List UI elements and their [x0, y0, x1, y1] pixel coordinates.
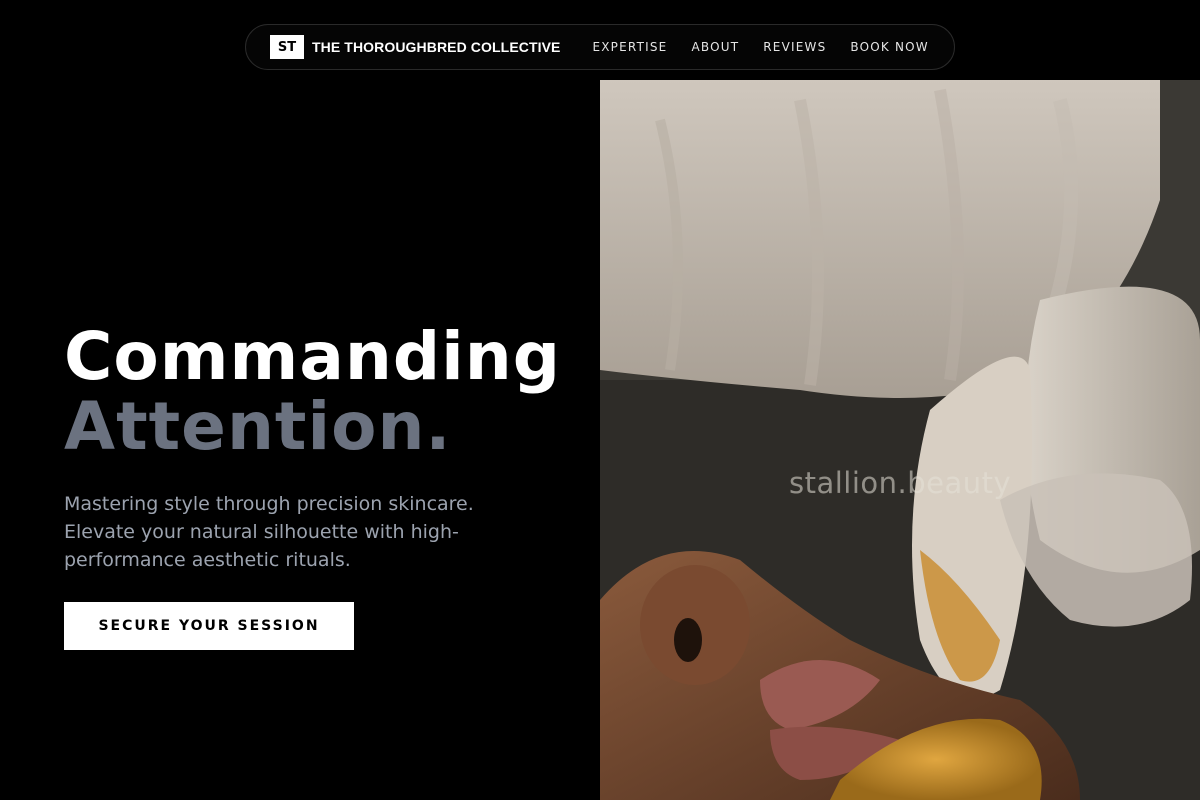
headline-line-2: Attention. [64, 388, 452, 465]
hero-headline: Commanding Attention. [64, 322, 604, 462]
nav-link-about[interactable]: ABOUT [691, 40, 739, 54]
nav-link-reviews[interactable]: REVIEWS [763, 40, 826, 54]
brand-logo[interactable]: ST THE THOROUGHBRED COLLECTIVE [270, 35, 560, 59]
image-watermark: stallion.beauty [789, 466, 1012, 500]
hero-image: stallion.beauty [600, 80, 1200, 800]
nav-link-expertise[interactable]: EXPERTISE [592, 40, 667, 54]
brand-name: THE THOROUGHBRED COLLECTIVE [312, 39, 561, 55]
secure-session-button[interactable]: SECURE YOUR SESSION [64, 602, 354, 650]
brand-mark: ST [270, 35, 304, 59]
hero-tagline: Mastering style through precision skinca… [64, 493, 474, 571]
facial-treatment-photo [600, 80, 1200, 800]
landing-page: ST THE THOROUGHBRED COLLECTIVE EXPERTISE… [0, 0, 1200, 800]
nav-links: EXPERTISE ABOUT REVIEWS BOOK NOW [592, 40, 928, 54]
top-navigation: ST THE THOROUGHBRED COLLECTIVE EXPERTISE… [245, 24, 955, 70]
headline-line-1: Commanding [64, 318, 561, 395]
nav-link-book-now[interactable]: BOOK NOW [850, 40, 928, 54]
hero-copy: Commanding Attention. Mastering style th… [64, 322, 604, 574]
